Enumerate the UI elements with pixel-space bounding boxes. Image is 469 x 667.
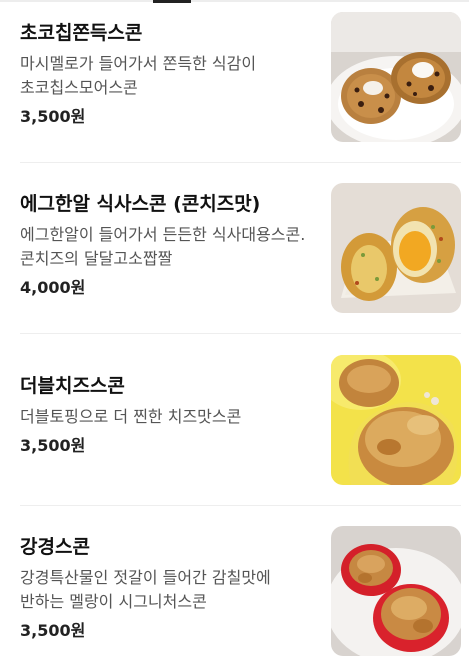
menu-item-info: 초코칩쫀득스콘 마시멜로가 들어가서 쫀득한 식감이 초코칩스모어스콘 3,50…	[20, 20, 320, 128]
active-tab-indicator	[153, 0, 191, 3]
item-divider	[20, 333, 461, 334]
menu-item-photo[interactable]	[331, 12, 461, 142]
menu-item-photo[interactable]	[331, 355, 461, 485]
double-cheese-scone-photo	[331, 355, 461, 485]
menu-page: 초코칩쫀득스콘 마시멜로가 들어가서 쫀득한 식감이 초코칩스모어스콘 3,50…	[0, 0, 469, 667]
top-divider	[0, 0, 469, 2]
menu-item-price: 3,500원	[20, 436, 86, 455]
menu-item-name: 더블치즈스콘	[20, 375, 125, 397]
menu-item-ganggyeong-scone[interactable]: 강경스콘 강경특산물인 젓갈이 들어간 감칠맛에 반하는 멜랑이 시그니처스콘 …	[0, 526, 469, 666]
menu-item-double-cheese-scone[interactable]: 더블치즈스콘 더블토핑으로 더 찐한 치즈맛스콘 3,500원	[0, 355, 469, 495]
egg-scone-photo	[331, 183, 461, 313]
menu-item-name: 강경스콘	[20, 536, 90, 558]
menu-item-photo[interactable]	[331, 526, 461, 656]
menu-item-info: 에그한알 식사스콘 (콘치즈맛) 에그한알이 들어가서 든든한 식사대용스콘. …	[20, 191, 320, 299]
menu-item-info: 더블치즈스콘 더블토핑으로 더 찐한 치즈맛스콘 3,500원	[20, 373, 320, 457]
menu-item-name: 에그한알 식사스콘 (콘치즈맛)	[20, 193, 261, 215]
menu-item-price: 4,000원	[20, 278, 86, 297]
menu-item-description: 더블토핑으로 더 찐한 치즈맛스콘	[20, 407, 242, 426]
menu-item-price: 3,500원	[20, 107, 86, 126]
menu-item-price: 3,500원	[20, 621, 86, 640]
menu-item-description: 에그한알이 들어가서 든든한 식사대용스콘. 콘치즈의 달달고소짭짤	[20, 225, 306, 268]
menu-item-description: 마시멜로가 들어가서 쫀득한 식감이 초코칩스모어스콘	[20, 54, 257, 97]
menu-item-egg-scone[interactable]: 에그한알 식사스콘 (콘치즈맛) 에그한알이 들어가서 든든한 식사대용스콘. …	[0, 183, 469, 323]
menu-item-photo[interactable]	[331, 183, 461, 313]
item-divider	[20, 162, 461, 163]
menu-item-choco-chip-scone[interactable]: 초코칩쫀득스콘 마시멜로가 들어가서 쫀득한 식감이 초코칩스모어스콘 3,50…	[0, 12, 469, 152]
ganggyeong-scone-photo	[331, 526, 461, 656]
menu-item-info: 강경스콘 강경특산물인 젓갈이 들어간 감칠맛에 반하는 멜랑이 시그니처스콘 …	[20, 534, 320, 642]
menu-item-name: 초코칩쫀득스콘	[20, 22, 143, 44]
choco-chip-scone-photo	[331, 12, 461, 142]
menu-item-description: 강경특산물인 젓갈이 들어간 감칠맛에 반하는 멜랑이 시그니처스콘	[20, 568, 271, 611]
item-divider	[20, 505, 461, 506]
